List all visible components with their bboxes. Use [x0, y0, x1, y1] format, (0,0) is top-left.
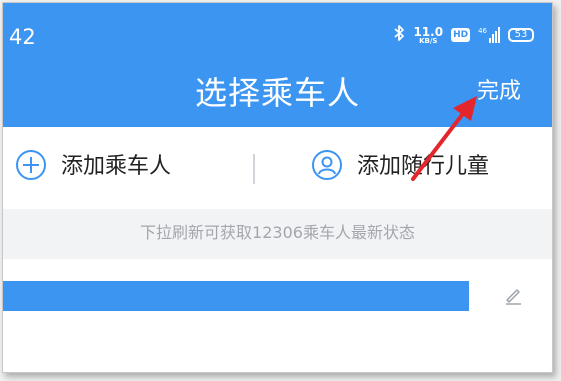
annotation-arrow	[411, 96, 477, 181]
screenshot-frame: 42 11.0 KB/S HD 46 53 选择乘车人 完成 添加乘车人 下拉刷…	[2, 2, 553, 373]
